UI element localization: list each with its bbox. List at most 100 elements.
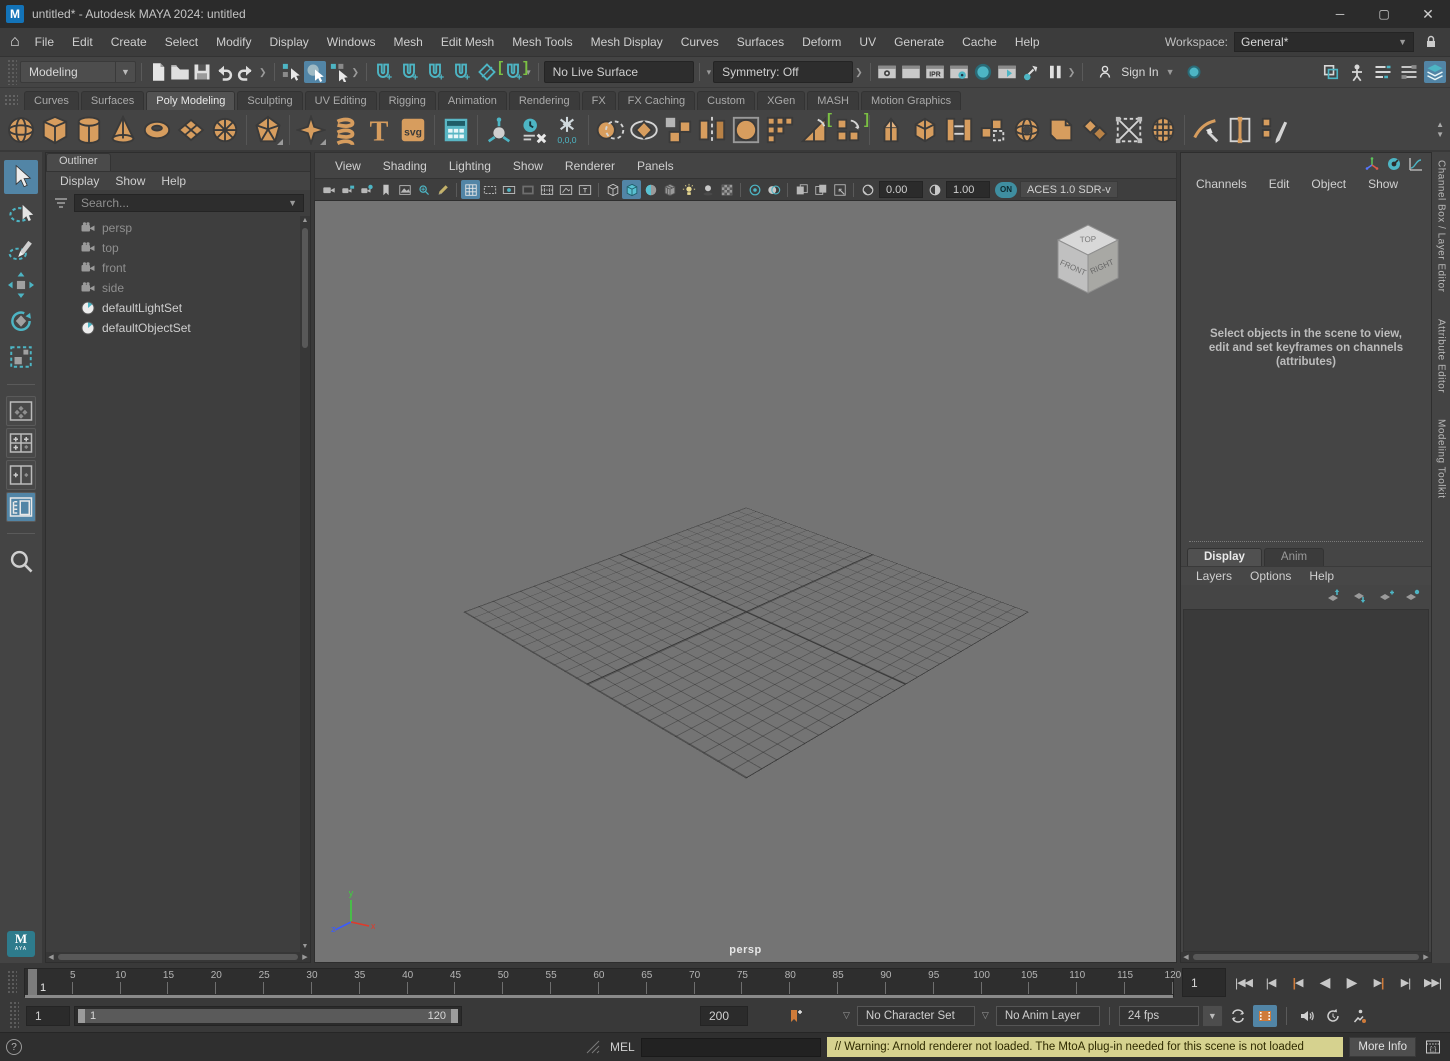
paint-select-tool-icon[interactable] (4, 232, 38, 266)
bookmark-plus-icon[interactable] (784, 1005, 806, 1027)
drag-grip[interactable] (4, 94, 18, 106)
mute-audio-icon[interactable] (1296, 1005, 1318, 1027)
menu-item[interactable]: UV (850, 35, 885, 49)
poly-cone-icon[interactable] (106, 113, 140, 147)
vp-camera-attrs-icon[interactable] (357, 180, 376, 199)
outliner-search-input[interactable]: Search... ▼ (74, 194, 304, 212)
select-tool-icon[interactable] (4, 160, 38, 194)
vp-2d-pan-zoom-icon[interactable] (414, 180, 433, 199)
sign-in-button[interactable]: Sign In ▼ (1088, 61, 1182, 83)
anim-layer-select[interactable]: No Anim Layer (996, 1006, 1100, 1026)
vp-film-gate-icon[interactable] (480, 180, 499, 199)
range-slider-bar[interactable]: 1 120 (78, 1009, 458, 1023)
maya-account-avatar[interactable]: MAYA (7, 931, 35, 957)
lasso-tool-icon[interactable] (4, 196, 38, 230)
pb-play-icon[interactable]: ▶ (1338, 971, 1365, 995)
channel-box-menu-item[interactable]: Edit (1260, 177, 1299, 191)
layer-move-up-icon[interactable] (1325, 587, 1343, 605)
shelf-tab[interactable]: MASH (807, 91, 859, 110)
duplicate-face-icon[interactable] (1078, 113, 1112, 147)
snap-projected-center-icon[interactable] (450, 61, 472, 83)
current-frame-field[interactable]: 1 (1182, 968, 1226, 997)
resize-grip-icon[interactable] (582, 1036, 604, 1058)
vp-shadows-icon[interactable] (698, 180, 717, 199)
layer-editor-tab[interactable]: Display (1187, 548, 1262, 566)
gamma-icon[interactable] (925, 180, 944, 199)
helix-icon[interactable] (328, 113, 362, 147)
shelf-tab[interactable]: XGen (757, 91, 805, 110)
layout-four-icon[interactable] (6, 428, 36, 458)
filter-icon[interactable] (52, 194, 70, 212)
insert-edge-loop-icon[interactable] (1223, 113, 1257, 147)
script-editor-icon[interactable]: {;} (1422, 1036, 1444, 1058)
vp-shaded-icon[interactable] (622, 180, 641, 199)
layout-single-icon[interactable] (6, 396, 36, 426)
center-pivot-icon[interactable] (482, 113, 516, 147)
colorspace-select[interactable]: ACES 1.0 SDR-v (1020, 181, 1118, 198)
vp-lights-icon[interactable] (679, 180, 698, 199)
shelf-tab[interactable]: Sculpting (237, 91, 302, 110)
circularize-icon[interactable] (1010, 113, 1044, 147)
shelf-tab[interactable]: FX (582, 91, 616, 110)
select-component-icon[interactable] (328, 61, 350, 83)
symmetry-field[interactable]: Symmetry: Off (713, 61, 853, 83)
window-maximize-icon[interactable]: ▢ (1362, 0, 1406, 28)
shelf-tab[interactable]: Curves (24, 91, 79, 110)
evaluation-mode-icon[interactable] (1348, 1005, 1370, 1027)
triangulate-icon[interactable] (797, 113, 831, 147)
extrude-icon[interactable] (874, 113, 908, 147)
super-shape-icon[interactable] (294, 113, 328, 147)
sweep-mesh-icon[interactable] (439, 113, 473, 147)
append-polygon-icon[interactable] (976, 113, 1010, 147)
channel-box-menu-item[interactable]: Channels (1187, 177, 1256, 191)
pb-goto-end-icon[interactable]: ▶▶| (1419, 971, 1446, 995)
viewport-menu-item[interactable]: Shading (373, 159, 437, 173)
vp-bookmark-icon[interactable] (376, 180, 395, 199)
remesh-icon[interactable] (1146, 113, 1180, 147)
vp-grease-pencil-icon[interactable] (433, 180, 452, 199)
render-frame-icon[interactable] (900, 61, 922, 83)
vp-image-plane-icon[interactable] (395, 180, 414, 199)
pause-viewport-icon[interactable] (1044, 61, 1066, 83)
outliner-tab[interactable]: Outliner (46, 153, 111, 171)
type-icon[interactable]: T (362, 113, 396, 147)
drag-grip[interactable] (7, 59, 17, 85)
menu-item[interactable]: Edit Mesh (432, 35, 503, 49)
quad-draw-icon[interactable] (1257, 113, 1291, 147)
animation-end-field[interactable]: 200 (700, 1006, 748, 1026)
menu-item[interactable]: Help (1006, 35, 1049, 49)
menu-item[interactable]: Mesh Display (582, 35, 672, 49)
pb-step-fwd-icon[interactable]: ▶| (1392, 971, 1419, 995)
drag-grip[interactable] (9, 1001, 19, 1030)
launch-render-flags-icon[interactable] (1020, 61, 1042, 83)
render-view-icon[interactable] (876, 61, 898, 83)
outliner-item[interactable]: persp (80, 218, 300, 238)
layer-editor-menu-item[interactable]: Layers (1189, 569, 1239, 583)
sort-outliner-icon[interactable] (1398, 61, 1420, 83)
render-settings-icon[interactable] (948, 61, 970, 83)
vp-region-icon[interactable] (830, 180, 849, 199)
exposure-field[interactable]: 0.00 (879, 181, 923, 198)
menu-item[interactable]: Display (260, 35, 317, 49)
vp-grid-icon[interactable] (461, 180, 480, 199)
undo-icon[interactable] (213, 61, 235, 83)
move-tool-icon[interactable] (4, 268, 38, 302)
vp-isolate-icon[interactable] (745, 180, 764, 199)
menu-item[interactable]: Curves (672, 35, 728, 49)
select-object-icon[interactable] (304, 61, 326, 83)
select-hierarchy-icon[interactable] (280, 61, 302, 83)
layout-outliner-icon[interactable] (6, 492, 36, 522)
hypershade-icon[interactable] (1320, 61, 1342, 83)
vp-image-ratio-icon[interactable] (556, 180, 575, 199)
bevel-icon[interactable] (908, 113, 942, 147)
help-icon[interactable]: ? (6, 1039, 22, 1055)
delete-history-icon[interactable] (516, 113, 550, 147)
layer-add-selected-icon[interactable] (1403, 587, 1421, 605)
vp-wireframe-shaded-icon[interactable] (641, 180, 660, 199)
sidebar-vertical-tab[interactable]: Attribute Editor (1436, 319, 1447, 393)
layer-editor-menu-item[interactable]: Help (1302, 569, 1341, 583)
vp-paste-image-icon[interactable] (811, 180, 830, 199)
menu-item[interactable]: Windows (318, 35, 385, 49)
character-set-select[interactable]: No Character Set (857, 1006, 975, 1026)
freeze-transform-icon[interactable]: 0,0,0 (550, 113, 584, 147)
